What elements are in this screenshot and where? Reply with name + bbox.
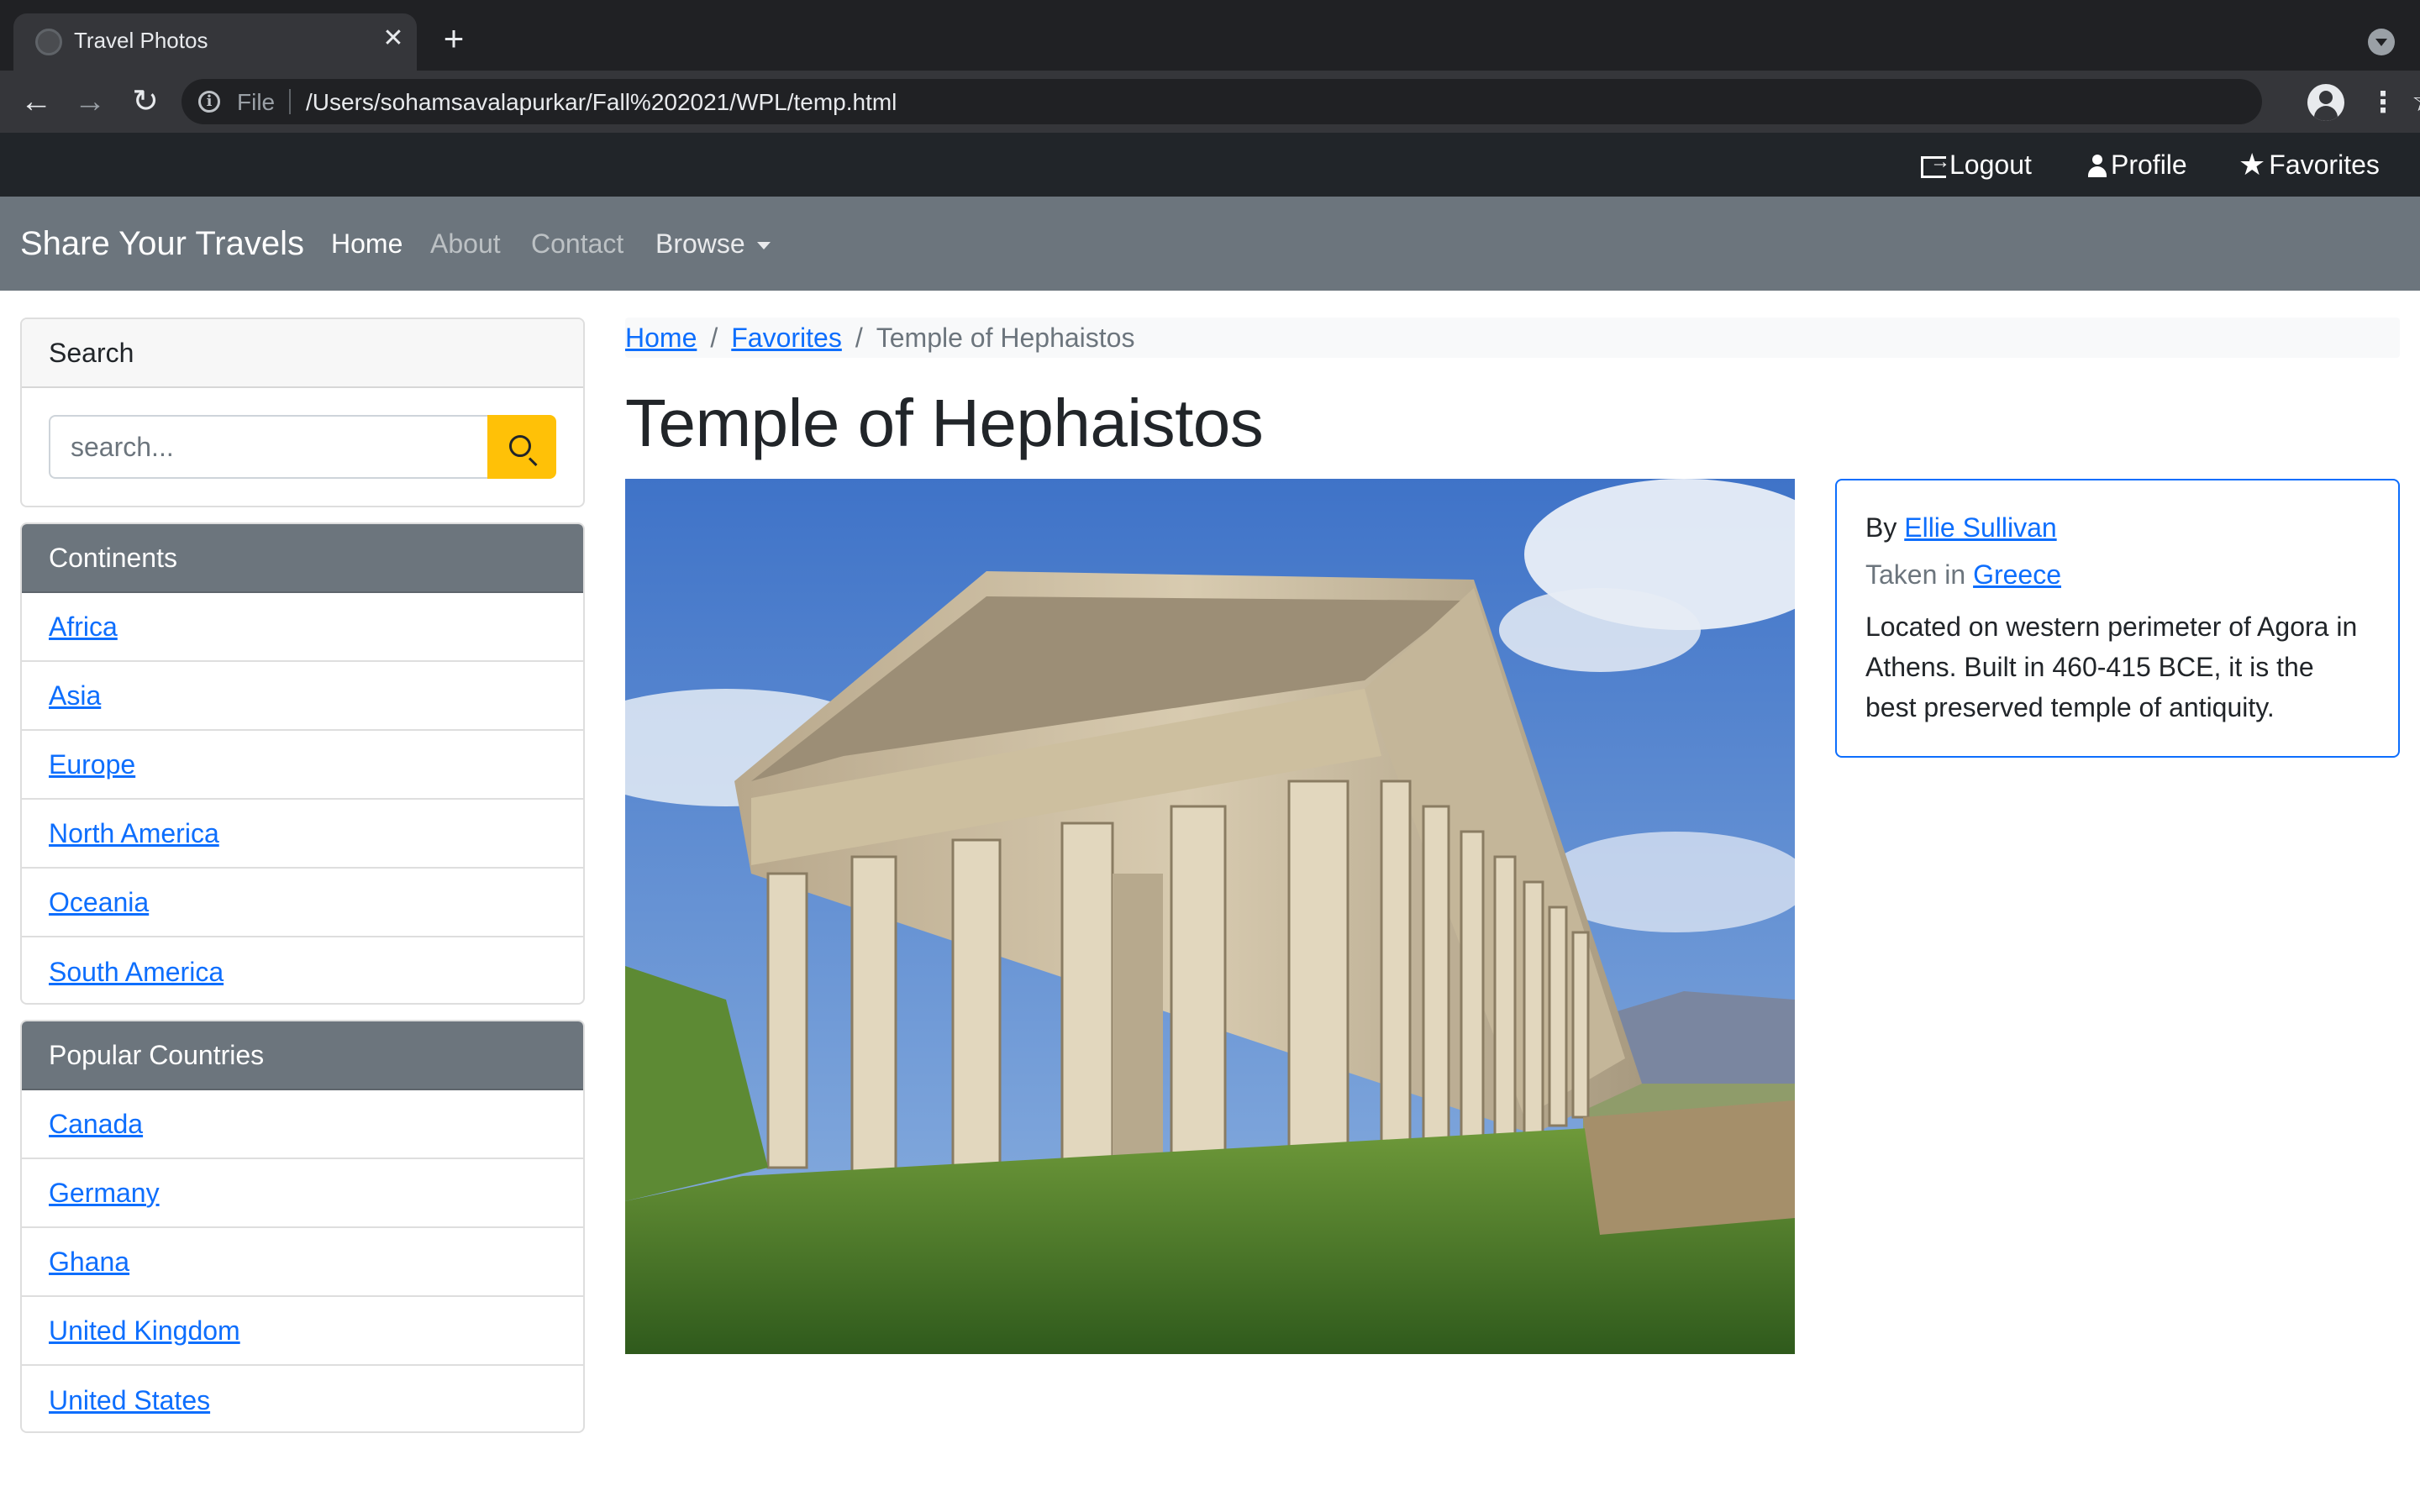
author-line: By Ellie Sullivan <box>1865 507 2370 548</box>
search-card: Search <box>20 318 585 507</box>
continent-link-oceania[interactable]: Oceania <box>49 887 149 918</box>
list-item: Germany <box>22 1159 583 1228</box>
nav-contact[interactable]: Contact <box>531 228 623 260</box>
back-icon[interactable]: ← <box>15 81 57 123</box>
search-icon <box>509 435 531 457</box>
by-label: By <box>1865 512 1897 543</box>
search-card-title: Search <box>22 319 583 388</box>
country-link-canada[interactable]: Canada <box>49 1109 143 1140</box>
list-item: Oceania <box>22 869 583 937</box>
temple-image <box>625 479 1795 1354</box>
breadcrumb-home[interactable]: Home <box>625 323 697 354</box>
logout-label: Logout <box>1949 149 2032 180</box>
logout-icon <box>1921 150 1950 178</box>
country-link-united-kingdom[interactable]: United Kingdom <box>49 1315 240 1347</box>
nav-about[interactable]: About <box>430 228 501 260</box>
breadcrumb-favorites[interactable]: Favorites <box>731 323 842 354</box>
temple-photo <box>625 479 1795 1354</box>
search-input[interactable] <box>49 415 487 479</box>
favorites-label: Favorites <box>2269 149 2380 180</box>
continent-link-europe[interactable]: Europe <box>49 749 135 780</box>
country-link[interactable]: Greece <box>1973 559 2061 590</box>
nav-browse-dropdown[interactable]: Browse <box>655 228 771 260</box>
tab-title: Travel Photos <box>74 28 208 53</box>
new-tab-icon[interactable]: + <box>435 20 472 57</box>
forward-icon[interactable]: → <box>69 81 111 123</box>
continent-link-africa[interactable]: Africa <box>49 612 118 643</box>
info-icon[interactable]: i <box>198 91 220 113</box>
bookmark-star-icon[interactable]: ☆ <box>2408 84 2420 118</box>
page-title: Temple of Hephaistos <box>625 386 1264 460</box>
search-button[interactable] <box>487 415 556 479</box>
chevron-down-icon <box>756 242 771 250</box>
reload-icon[interactable]: ↻ <box>124 81 166 123</box>
nav-home[interactable]: Home <box>331 228 402 260</box>
profile-link[interactable]: Profile <box>2087 148 2187 181</box>
kebab-menu-icon[interactable]: ⋮ <box>2368 82 2398 123</box>
list-item: Europe <box>22 731 583 800</box>
list-item: Ghana <box>22 1228 583 1297</box>
photo-details-card: By Ellie Sullivan Taken in Greece Locate… <box>1835 479 2400 758</box>
logout-link[interactable]: Logout <box>1921 148 2032 181</box>
continents-card: Continents Africa Asia Europe North Amer… <box>20 522 585 1005</box>
continent-link-north-america[interactable]: North America <box>49 818 219 849</box>
breadcrumb-separator: / <box>855 322 863 353</box>
continent-link-asia[interactable]: Asia <box>49 680 101 711</box>
photo-description: Located on western perimeter of Agora in… <box>1865 612 2358 722</box>
taken-in-label: Taken in <box>1865 559 1966 590</box>
breadcrumb: Home / Favorites / Temple of Hephaistos <box>625 318 2400 358</box>
browser-tab[interactable]: Travel Photos ✕ <box>13 13 417 71</box>
star-icon: ★ <box>2238 147 2266 181</box>
list-item: Asia <box>22 662 583 731</box>
person-icon <box>2087 155 2107 178</box>
profile-avatar-icon[interactable] <box>2307 84 2344 121</box>
browser-tabstrip: Travel Photos ✕ + <box>0 0 2420 71</box>
continent-link-south-america[interactable]: South America <box>49 957 224 988</box>
favorites-link[interactable]: ★ Favorites <box>2238 148 2380 181</box>
main-navbar: Share Your Travels Home About Contact Br… <box>0 197 2420 291</box>
url-divider <box>289 89 291 114</box>
author-link[interactable]: Ellie Sullivan <box>1904 512 2056 543</box>
location-line: Taken in Greece <box>1865 554 2370 595</box>
url-scheme: File <box>237 89 276 115</box>
country-link-united-states[interactable]: United States <box>49 1385 210 1416</box>
country-link-germany[interactable]: Germany <box>49 1178 160 1209</box>
list-item: South America <box>22 937 583 1003</box>
top-utility-bar: Logout Profile ★ Favorites <box>0 133 2420 197</box>
address-bar[interactable]: i File /Users/sohamsavalapurkar/Fall%202… <box>182 79 2420 124</box>
profile-label: Profile <box>2111 149 2187 180</box>
list-item: United Kingdom <box>22 1297 583 1366</box>
browser-toolbar: ← → ↻ i File /Users/sohamsavalapurkar/Fa… <box>0 71 2420 133</box>
search-form <box>22 388 583 506</box>
countries-card-title: Popular Countries <box>22 1021 583 1090</box>
brand-link[interactable]: Share Your Travels <box>20 225 304 263</box>
list-item: Africa <box>22 593 583 662</box>
continents-card-title: Continents <box>22 524 583 593</box>
list-item: United States <box>22 1366 583 1431</box>
breadcrumb-separator: / <box>710 322 718 353</box>
url-text[interactable]: /Users/sohamsavalapurkar/Fall%202021/WPL… <box>306 89 897 116</box>
globe-icon <box>35 29 62 55</box>
country-link-ghana[interactable]: Ghana <box>49 1247 129 1278</box>
close-icon[interactable]: ✕ <box>376 22 410 55</box>
list-item: Canada <box>22 1090 583 1159</box>
breadcrumb-current: Temple of Hephaistos <box>876 322 1135 353</box>
tab-search-icon[interactable] <box>2368 29 2395 55</box>
countries-card: Popular Countries Canada Germany Ghana U… <box>20 1020 585 1433</box>
list-item: North America <box>22 800 583 869</box>
nav-browse-label: Browse <box>655 228 745 259</box>
